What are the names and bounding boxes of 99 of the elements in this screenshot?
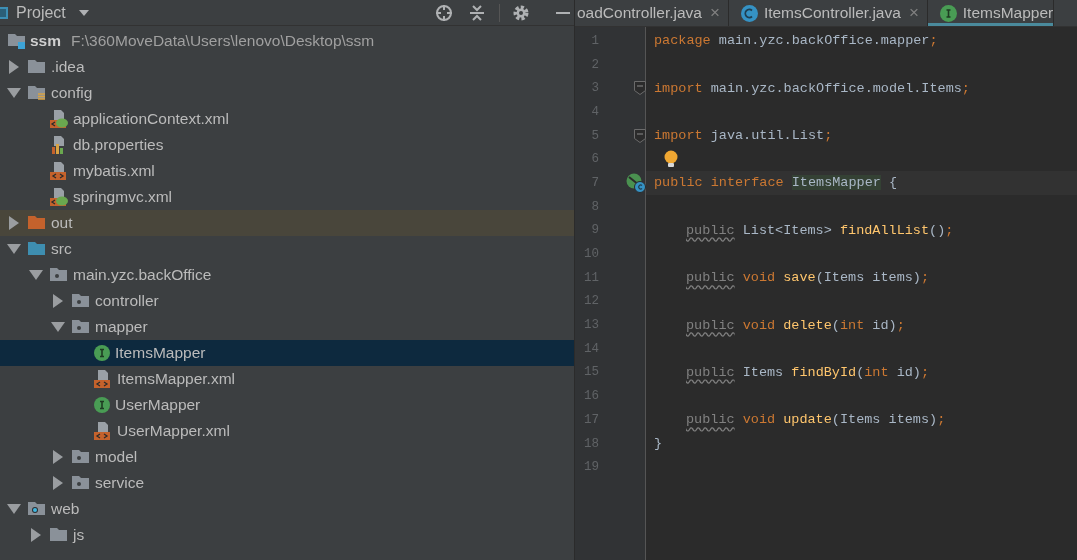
folder-icon: [28, 241, 46, 257]
package-folder-icon: [72, 449, 90, 465]
item-label: main.yzc.backOffice: [73, 266, 212, 284]
leaf-file-icon: [50, 188, 68, 206]
item-label: mybatis.xml: [73, 162, 155, 180]
code-line: public interface ItemsMapper {: [654, 175, 898, 191]
item-label: UserMapper.xml: [117, 422, 230, 440]
caret-down-icon[interactable]: [7, 87, 21, 99]
project-name: ssm: [30, 32, 62, 50]
tree-row[interactable]: ssm F:\360MoveData\Users\lenovo\Desktop\ssm: [0, 28, 574, 54]
leaf-file-icon: [50, 110, 68, 128]
interface-icon: [94, 345, 110, 361]
package-folder-icon: [50, 267, 68, 283]
item-label: js: [73, 526, 85, 544]
lightbulb-icon[interactable]: [664, 150, 678, 169]
folder-icon: [28, 215, 46, 231]
code-line: public Items findById(int id);: [685, 364, 930, 380]
package-folder-icon: [72, 293, 90, 309]
code-line: public void delete(int id);: [685, 317, 905, 333]
code-line: package main.yzc.backOffice.mapper;: [654, 33, 938, 49]
tree-row[interactable]: .idea: [0, 54, 574, 80]
item-label: springmvc.xml: [73, 188, 173, 206]
collapse-all-icon[interactable]: [469, 3, 485, 22]
tab-label: ItemsController.java: [763, 4, 901, 22]
item-label: web: [51, 500, 80, 518]
tree-row[interactable]: db.properties: [0, 132, 574, 158]
tree-row[interactable]: applicationContext.xml: [0, 106, 574, 132]
xml-file-icon: [94, 422, 112, 440]
tree-row[interactable]: UserMapper: [0, 392, 574, 418]
xml-file-icon: [50, 162, 68, 180]
tab-label: ItemsMapper: [962, 4, 1054, 22]
tab-label: oadController.java: [577, 4, 702, 22]
code-line: import main.yzc.backOffice.model.Items;: [654, 80, 970, 96]
item-label: src: [51, 240, 72, 258]
caret-right-icon[interactable]: [52, 450, 64, 464]
item-label: service: [95, 474, 145, 492]
item-label: ItemsMapper: [115, 344, 206, 362]
item-label: db.properties: [73, 136, 164, 154]
tree-row[interactable]: mybatis.xml: [0, 158, 574, 184]
fold-marker-icon[interactable]: [634, 128, 646, 143]
tree-row[interactable]: main.yzc.backOffice: [0, 262, 574, 288]
code-line: public void save(Items items);: [685, 270, 930, 286]
code-line: }: [654, 436, 663, 452]
tree-row[interactable]: UserMapper.xml: [0, 418, 574, 444]
tree-row[interactable]: service: [0, 470, 574, 496]
tree-row[interactable]: ItemsMapper.xml: [0, 366, 574, 392]
package-folder-icon: [72, 319, 90, 335]
item-label: applicationContext.xml: [73, 110, 229, 128]
crosshair-icon[interactable]: [435, 3, 453, 22]
project-path: F:\360MoveData\Users\lenovo\Desktop\ssm: [71, 32, 375, 50]
item-label: out: [51, 214, 73, 232]
item-label: UserMapper: [115, 396, 201, 414]
folder-icon: [28, 85, 46, 101]
folder-icon: [50, 527, 68, 543]
interface-icon: [94, 397, 110, 413]
editor-tab[interactable]: ItemsController.java ×: [728, 0, 928, 26]
settings-icon[interactable]: [512, 3, 530, 22]
code-line: public void update(Items items);: [685, 412, 946, 428]
fold-marker-icon[interactable]: [634, 81, 646, 96]
caret-right-icon[interactable]: [8, 60, 20, 74]
item-label: config: [51, 84, 93, 102]
item-label: mapper: [95, 318, 148, 336]
tree-row[interactable]: mapper: [0, 314, 574, 340]
tree-row[interactable]: js: [0, 522, 574, 548]
folder-icon: [28, 59, 46, 75]
tree-row[interactable]: out: [0, 210, 574, 236]
dropdown-caret-icon[interactable]: [77, 8, 90, 17]
implemented-marker-icon[interactable]: [626, 172, 646, 193]
tree-row[interactable]: config: [0, 80, 574, 106]
xml-file-icon: [94, 370, 112, 388]
panel-title: Project: [16, 3, 66, 22]
tree-row[interactable]: web: [0, 496, 574, 522]
item-label: .idea: [51, 58, 85, 76]
editor-tab[interactable]: oadController.java ×: [575, 0, 729, 26]
caret-right-icon[interactable]: [8, 216, 20, 230]
item-label: model: [95, 448, 138, 466]
editor-tab[interactable]: ItemsMapper: [927, 0, 1055, 26]
item-label: ItemsMapper.xml: [117, 370, 235, 388]
caret-down-icon[interactable]: [29, 269, 43, 281]
code-line: public List<Items> findAllList();: [685, 222, 954, 238]
caret-right-icon[interactable]: [30, 528, 42, 542]
tree-row[interactable]: src: [0, 236, 574, 262]
caret-right-icon[interactable]: [52, 476, 64, 490]
caret-right-icon[interactable]: [52, 294, 64, 308]
caret-down-icon[interactable]: [7, 503, 21, 515]
tree-row[interactable]: springmvc.xml: [0, 184, 574, 210]
tree-row[interactable]: model: [0, 444, 574, 470]
class-icon: [740, 4, 758, 22]
interface-icon: [939, 4, 957, 22]
tree-row[interactable]: controller: [0, 288, 574, 314]
code-line: import java.util.List;: [654, 128, 833, 144]
project-icon: [0, 5, 8, 20]
item-label: controller: [95, 292, 159, 310]
caret-down-icon[interactable]: [7, 243, 21, 255]
module-folder-icon: [8, 33, 26, 49]
package-folder-icon: [72, 475, 90, 491]
tree-row[interactable]: ItemsMapper: [0, 340, 574, 366]
folder-icon: [28, 501, 46, 517]
caret-down-icon[interactable]: [51, 321, 65, 333]
